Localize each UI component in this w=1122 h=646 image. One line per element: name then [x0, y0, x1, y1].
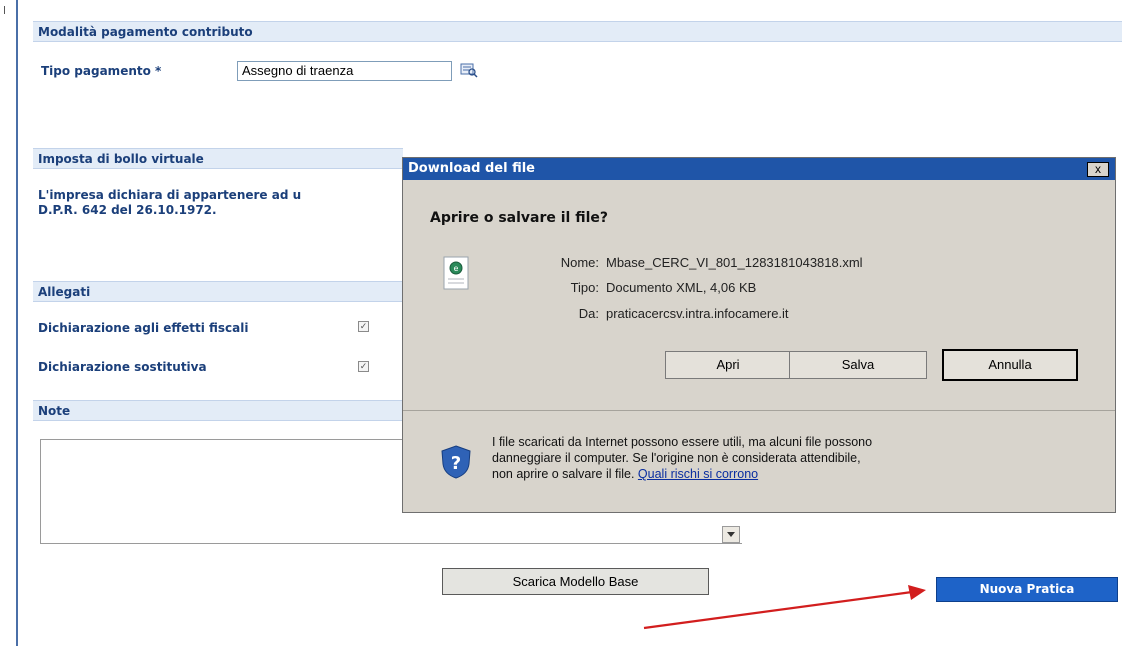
dialog-close-button[interactable]: x [1087, 162, 1109, 177]
dialog-titlebar: Download del file [403, 158, 1115, 180]
dialog-question: Aprire o salvare il file? [430, 210, 609, 226]
section-header-bollo: Imposta di bollo virtuale [33, 148, 403, 169]
tipo-pagamento-field[interactable]: Assegno di traenza [237, 61, 452, 81]
section-title-note: Note [38, 404, 71, 418]
nuova-pratica-button[interactable]: Nuova Pratica [936, 577, 1118, 602]
corner-tick [4, 6, 5, 14]
annulla-button[interactable]: Annulla [942, 349, 1078, 381]
section-header-pagamento: Modalità pagamento contributo [33, 21, 1122, 42]
warning-line1: I file scaricati da Internet possono ess… [492, 435, 873, 449]
apri-button[interactable]: Apri [665, 351, 791, 379]
svg-text:?: ? [451, 453, 461, 474]
section-title-bollo: Imposta di bollo virtuale [38, 152, 204, 166]
section-header-note: Note [33, 400, 403, 421]
warning-line3: non aprire o salvare il file. Quali risc… [492, 466, 1092, 482]
salva-button[interactable]: Salva [789, 351, 927, 379]
section-title-pagamento: Modalità pagamento contributo [38, 25, 253, 39]
xml-file-icon: e [440, 254, 474, 292]
dialog-key-da: Da: [578, 306, 599, 321]
dialog-key-tipo: Tipo: [570, 280, 599, 295]
bollo-text-line1: L'impresa dichiara di appartenere ad u [38, 188, 302, 202]
dialog-separator [403, 410, 1115, 411]
lookup-icon[interactable] [460, 62, 478, 78]
allegato-checkbox-fiscali[interactable]: ✓ [358, 321, 369, 332]
warning-line3-text: non aprire o salvare il file. [492, 467, 635, 481]
allegato-label-sostitutiva: Dichiarazione sostitutiva [38, 360, 207, 374]
security-shield-icon: ? [438, 444, 474, 480]
dialog-value-tipo: Documento XML, 4,06 KB [606, 280, 757, 295]
section-header-allegati: Allegati [33, 281, 403, 302]
left-border [16, 0, 18, 646]
section-title-allegati: Allegati [38, 285, 91, 299]
dialog-key-nome: Nome: [560, 255, 599, 270]
quali-rischi-link[interactable]: Quali rischi si corrono [638, 467, 758, 481]
dialog-value-nome: Mbase_CERC_VI_801_1283181043818.xml [606, 255, 863, 270]
svg-text:e: e [454, 264, 459, 273]
dialog-warning-text: I file scaricati da Internet possono ess… [492, 434, 1092, 482]
dialog-title: Download del file [408, 161, 535, 176]
tipo-pagamento-label: Tipo pagamento * [41, 64, 162, 78]
warning-line2: danneggiare il computer. Se l'origine no… [492, 451, 861, 465]
scroll-down-arrow[interactable] [722, 526, 740, 543]
annotation-arrow [643, 585, 926, 630]
bollo-text-line2: D.P.R. 642 del 26.10.1972. [38, 203, 217, 217]
dialog-value-da: praticacercsv.intra.infocamere.it [606, 306, 789, 321]
allegato-checkbox-sostitutiva[interactable]: ✓ [358, 361, 369, 372]
allegato-label-fiscali: Dichiarazione agli effetti fiscali [38, 321, 249, 335]
